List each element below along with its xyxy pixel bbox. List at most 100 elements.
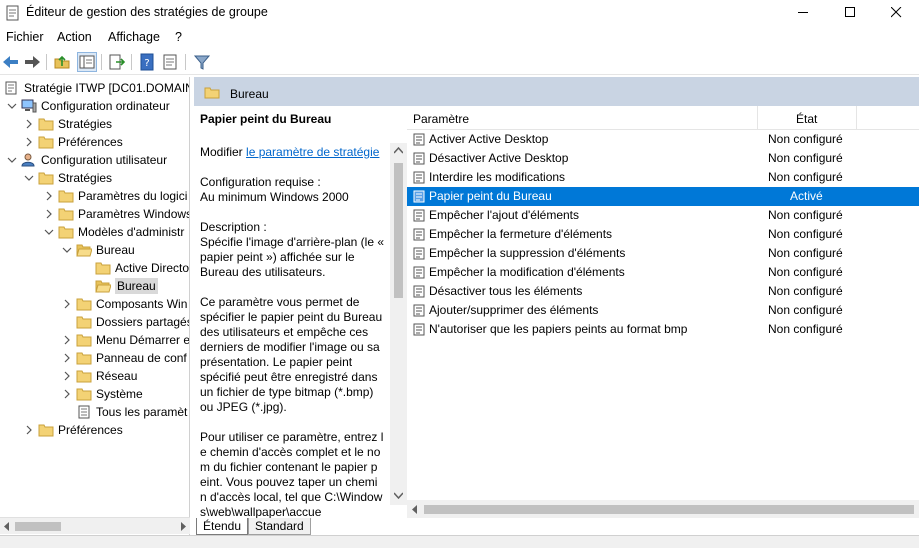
policy-row[interactable]: Ajouter/supprimer des éléments Non config… [407, 301, 919, 320]
help-button[interactable]: ? [137, 52, 157, 72]
filter-icon [193, 55, 211, 70]
policy-name: Papier peint du Bureau [429, 189, 552, 203]
policy-setting-icon [413, 228, 425, 241]
folder-icon [76, 297, 92, 311]
chevron-right-icon[interactable] [23, 118, 35, 130]
folder-icon [76, 315, 92, 329]
tree-item[interactable]: Configuration ordinateur [6, 97, 170, 115]
policy-row[interactable]: Désactiver Active Desktop Non configuré [407, 149, 919, 168]
tree-item[interactable]: Panneau de conf [61, 349, 187, 367]
tree-item[interactable]: Système [61, 385, 143, 403]
menu-bar: Fichier Action Affichage ? [0, 27, 919, 49]
menu-help[interactable]: ? [175, 30, 182, 44]
policy-setting-icon [413, 304, 425, 317]
policy-row[interactable]: Interdire les modifications Non configuré [407, 168, 919, 187]
chevron-right-icon[interactable] [43, 208, 55, 220]
menu-file[interactable]: Fichier [6, 30, 44, 44]
chevron-right-icon[interactable] [23, 424, 35, 436]
policy-setting-icon [413, 247, 425, 260]
policy-state: Non configuré [768, 303, 843, 317]
chevron-down-icon[interactable] [23, 172, 35, 184]
tree-scroll-thumb[interactable] [15, 522, 61, 531]
chevron-right-icon[interactable] [43, 190, 55, 202]
tree-item[interactable]: Composants Win [61, 295, 187, 313]
tree-item[interactable]: Active Directo [80, 259, 189, 277]
policy-name: Activer Active Desktop [429, 132, 549, 146]
maximize-button[interactable] [828, 0, 874, 26]
tree-item[interactable]: Stratégie ITWP [DC01.DOMAINE [4, 79, 189, 97]
column-header-state[interactable]: État [796, 112, 817, 126]
tree-item-label: Préférences [58, 135, 123, 149]
scroll-down-icon[interactable] [394, 491, 403, 499]
column-header-setting[interactable]: Paramètre [413, 112, 469, 126]
tree-item[interactable]: Paramètres Windows [43, 205, 189, 223]
tree-item[interactable]: Stratégies [23, 115, 112, 133]
chevron-right-icon[interactable] [61, 370, 73, 382]
up-level-button[interactable] [52, 52, 72, 72]
tree-horizontal-scrollbar[interactable] [0, 517, 190, 534]
chevron-right-icon[interactable] [61, 352, 73, 364]
tree-item[interactable]: Stratégies [23, 169, 112, 187]
properties-icon [163, 54, 177, 70]
chevron-right-icon[interactable] [61, 388, 73, 400]
tab-extended[interactable]: Étendu [196, 518, 249, 535]
tree-item[interactable]: Bureau [61, 241, 135, 259]
description-scroll-thumb[interactable] [394, 163, 403, 298]
chevron-down-icon[interactable] [6, 154, 18, 166]
list-horizontal-scrollbar[interactable] [407, 500, 919, 518]
description-vertical-scrollbar[interactable] [390, 143, 407, 505]
policy-row[interactable]: Activer Active Desktop Non configuré [407, 130, 919, 149]
policy-row[interactable]: N'autoriser que les papiers peints au fo… [407, 320, 919, 339]
export-list-button[interactable] [107, 52, 127, 72]
menu-view[interactable]: Affichage [108, 30, 160, 44]
folder-icon [38, 423, 54, 437]
scroll-left-icon[interactable] [411, 505, 419, 514]
tree-item-label: Stratégies [58, 117, 113, 131]
title-bar: Éditeur de gestion des stratégies de gro… [0, 0, 919, 26]
policy-setting-icon [413, 285, 425, 298]
tree-item[interactable]: Modèles d'administr [43, 223, 184, 241]
tree-item[interactable]: Préférences [23, 133, 123, 151]
tree-item[interactable]: Configuration utilisateur [6, 151, 167, 169]
minimize-button[interactable] [781, 0, 827, 26]
policy-row[interactable]: Empêcher l'ajout d'éléments Non configuré [407, 206, 919, 225]
chevron-down-icon[interactable] [61, 244, 73, 256]
requirements-value: Au minimum Windows 2000 [200, 190, 349, 204]
chevron-right-icon[interactable] [61, 334, 73, 346]
policy-row[interactable]: Empêcher la modification d'éléments Non c… [407, 263, 919, 282]
maximize-icon [845, 7, 855, 17]
properties-button[interactable] [160, 52, 180, 72]
list-scroll-thumb[interactable] [424, 505, 914, 514]
close-button[interactable] [874, 0, 919, 26]
policy-row[interactable]: Papier peint du Bureau Activé [407, 187, 919, 206]
forward-button[interactable] [22, 52, 42, 72]
policy-row[interactable]: Désactiver tous les éléments Non configur… [407, 282, 919, 301]
folder-icon [95, 261, 111, 275]
tree-item[interactable]: Paramètres du logici [43, 187, 187, 205]
show-tree-button[interactable] [77, 52, 97, 72]
scroll-up-icon[interactable] [394, 147, 403, 155]
tree-item[interactable]: Tous les paramèt [61, 403, 187, 421]
edit-policy-link[interactable]: le paramètre de stratégie [246, 145, 379, 159]
chevron-down-icon[interactable] [6, 100, 18, 112]
scroll-left-icon[interactable] [3, 522, 11, 531]
policy-row[interactable]: Empêcher la suppression d'éléments Non co… [407, 244, 919, 263]
menu-action[interactable]: Action [57, 30, 92, 44]
scroll-right-icon[interactable] [179, 522, 187, 531]
tree-item[interactable]: Bureau [80, 277, 158, 295]
tree-item[interactable]: Préférences [23, 421, 123, 439]
back-button[interactable] [1, 52, 21, 72]
policy-row[interactable]: Empêcher la fermeture d'éléments Non conf… [407, 225, 919, 244]
tree-item[interactable]: Menu Démarrer e [61, 331, 189, 349]
filter-button[interactable] [192, 52, 212, 72]
policy-state: Non configuré [768, 132, 843, 146]
tree-item[interactable]: Réseau [61, 367, 137, 385]
chevron-right-icon[interactable] [61, 298, 73, 310]
tab-standard[interactable]: Standard [248, 518, 311, 535]
chevron-down-icon[interactable] [43, 226, 55, 238]
folder-icon [38, 135, 54, 149]
chevron-right-icon[interactable] [23, 136, 35, 148]
tree-item[interactable]: Dossiers partagés [61, 313, 189, 331]
